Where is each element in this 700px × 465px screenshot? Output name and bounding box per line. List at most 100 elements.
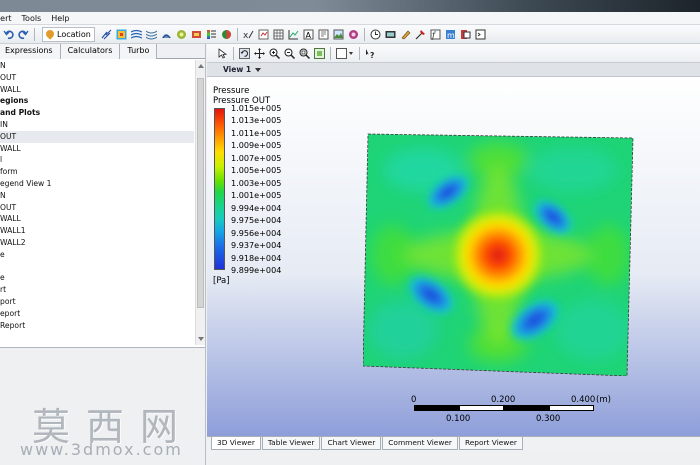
view-title: View 1 [223,65,252,74]
tree-item[interactable]: rt [0,284,194,296]
menu-help[interactable]: Help [47,14,75,23]
zoom-box-icon[interactable] [284,48,296,59]
legend-tick-label: 9.937e+004 [231,240,282,251]
help-icon[interactable]: ? [365,48,376,60]
tree-item[interactable]: form [0,166,194,178]
function-calculator-icon[interactable]: f [430,29,441,40]
animation-icon[interactable] [385,29,396,40]
legend-tick-label: 1.007e+005 [231,152,282,163]
contour-icon[interactable] [116,29,127,40]
zoom-fit-icon[interactable] [299,48,311,59]
tree-item[interactable]: IN [0,119,194,131]
tree-item[interactable]: WALL [0,213,194,225]
tree-item[interactable]: egions [0,95,194,107]
svg-text:x: x [243,31,249,40]
legend-tick-label: 1.015e+005 [231,103,282,113]
macro-calculator-icon[interactable]: m [445,29,456,40]
outline-tree: N OUT WALL egions and Plots IN OUT WALL l form ege… [0,60,194,345]
menu-tools[interactable]: Tools [18,14,48,23]
zoom-icon[interactable] [269,48,281,59]
quick-editor-icon[interactable] [400,29,411,40]
probe-icon[interactable] [415,29,426,40]
redo-icon[interactable] [18,29,29,40]
tab-expressions[interactable]: Expressions [0,44,61,59]
tree-item[interactable]: and Plots [0,107,194,119]
tree-item[interactable]: l [0,154,194,166]
tree-item[interactable] [0,261,194,273]
tree-item[interactable]: OUT [0,72,194,84]
particle-track-icon[interactable] [145,29,158,40]
svg-text:?: ? [370,51,374,59]
tab-table-viewer[interactable]: Table Viewer [261,437,321,450]
view-selector[interactable]: View 1 [223,65,262,74]
toolbar-separator [236,27,238,41]
legend-tick-label: 1.003e+005 [231,177,282,188]
chart-icon[interactable] [288,29,299,40]
tree-item[interactable]: WALL [0,143,194,155]
tab-calculators[interactable]: Calculators [60,44,121,59]
fit-view-icon[interactable] [314,47,325,59]
isosurface-icon[interactable] [176,29,187,40]
3d-viewer-canvas[interactable]: Pressure Pressure OUT 1.015e+005 1.013e+0… [207,77,700,436]
scale-bar: 0 0.200 0.400 (m) 0.100 0.300 [408,395,611,435]
tree-item[interactable]: e [0,249,194,261]
comment-icon[interactable] [318,29,329,40]
tab-turbo[interactable]: Turbo [120,44,158,59]
table-icon[interactable] [273,29,284,40]
scroll-thumb[interactable] [197,78,204,308]
mesh-calculator-icon[interactable] [460,29,471,40]
toolbar-separator [363,27,365,41]
timestep-icon[interactable] [370,29,381,40]
legend-color-bar [214,108,225,270]
pan-icon[interactable] [254,47,265,59]
streamline-icon[interactable] [130,29,143,40]
clip-plane-icon[interactable] [348,29,359,40]
legend-icon[interactable] [206,29,217,40]
tree-item[interactable]: eport [0,308,194,320]
tree-item[interactable]: N [0,190,194,202]
tree-item[interactable]: OUT [0,130,194,143]
text-icon[interactable]: A [303,29,314,40]
scale-segment [459,405,504,411]
surface-group-icon[interactable] [191,29,202,40]
tree-item[interactable]: egend View 1 [0,178,194,190]
tree-item[interactable]: e [0,272,194,284]
color-map-icon[interactable] [221,29,232,40]
legend-tick-label: 1.009e+005 [231,140,282,151]
select-icon[interactable] [217,47,228,59]
image-icon[interactable] [333,29,344,40]
tree-item[interactable]: WALL1 [0,225,194,237]
tree-item[interactable]: WALL [0,84,194,96]
rotate-icon[interactable] [239,47,250,59]
chevron-down-icon [255,68,262,72]
tree-item[interactable]: OUT [0,202,194,214]
scroll-up-icon[interactable] [198,64,204,68]
legend-tick-label: 1.001e+005 [231,190,282,201]
tab-3d-viewer[interactable]: 3D Viewer [211,437,261,450]
tree-item[interactable]: WALL2 [0,237,194,249]
location-pin-icon [44,28,56,40]
viewer-tabs: 3D Viewer Table Viewer Chart Viewer Comm… [207,436,700,450]
panel-tabs: Expressions Calculators Turbo [0,44,205,59]
expression-icon[interactable]: x [243,29,254,41]
legend-tick-label: 9.994e+004 [231,202,282,213]
scale-unit: (m) [596,395,611,405]
tab-chart-viewer[interactable]: Chart Viewer [321,437,382,450]
command-editor-icon[interactable] [475,29,486,40]
location-button[interactable]: Location [42,26,95,42]
scroll-down-icon[interactable] [198,337,204,341]
variable-icon[interactable] [258,29,269,40]
tree-item[interactable]: N [0,60,194,72]
undo-icon[interactable] [3,29,14,40]
tree-item[interactable]: Report [0,320,194,332]
tab-report-viewer[interactable]: Report Viewer [458,437,523,450]
svg-text:A: A [305,31,311,40]
vector-icon[interactable] [101,29,112,40]
tab-comment-viewer[interactable]: Comment Viewer [382,437,458,450]
volume-render-icon[interactable] [161,29,172,40]
viewport-layout-icon[interactable] [336,47,354,59]
scale-segment [414,405,459,411]
menu-insert[interactable]: sert [0,14,18,23]
tree-scrollbar[interactable] [195,60,205,345]
tree-item[interactable]: port [0,296,194,308]
